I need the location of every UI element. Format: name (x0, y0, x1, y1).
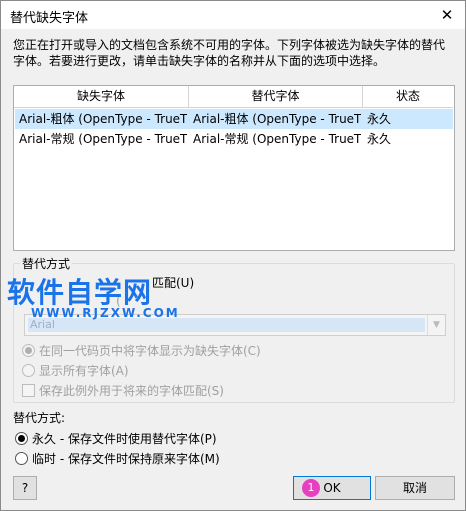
ok-button[interactable]: 1 OK (293, 476, 371, 500)
radio-icon (15, 452, 28, 465)
keep-exceptions-label: 保存此例外用于将来的字体匹配(S) (39, 384, 224, 398)
chevron-down-icon[interactable]: ▼ (427, 315, 445, 335)
checkbox-icon (22, 384, 35, 397)
title-bar: 替代缺失字体 ✕ (1, 1, 465, 29)
dialog-description: 您正在打开或导入的文档包含系统不可用的字体。下列字体被选为缺失字体的替代字体。若… (13, 38, 446, 68)
substitute-font-cell: Arial-常规 (OpenType - TrueT... (193, 132, 361, 146)
close-button[interactable]: ✕ (435, 4, 459, 26)
permanent-label: 永久 - 保存文件时使用替代字体(P) (32, 432, 217, 446)
column-header-status[interactable]: 状态 (363, 86, 453, 108)
combo-value: Arial (28, 318, 425, 332)
same-codepage-label: 在同一代码页中将字体显示为缺失字体(C) (39, 344, 261, 358)
cancel-button[interactable]: 取消 (375, 476, 455, 500)
mode-label: 替代方式: (13, 411, 66, 425)
radio-icon (22, 344, 35, 357)
help-button[interactable]: ? (13, 476, 37, 500)
substitute-font-cell: Arial-粗体 (OpenType - TrueT... (193, 112, 361, 126)
status-cell: 永久 (367, 112, 392, 126)
font-substitution-dialog: 替代缺失字体 ✕ 您正在打开或导入的文档包含系统不可用的字体。下列字体被选为缺失… (0, 0, 466, 511)
table-header: 缺失字体 替代字体 状态 (14, 86, 454, 108)
column-header-missing-font[interactable]: 缺失字体 (14, 86, 189, 108)
watermark-url: WWW.RJZXW.COM (31, 306, 180, 320)
missing-font-cell: Arial-粗体 (OpenType - TrueT... (19, 112, 187, 126)
table-row[interactable]: Arial-粗体 (OpenType - TrueT... Arial-粗体 (… (15, 109, 453, 129)
watermark-logo: 软件自学网 (7, 276, 153, 309)
same-codepage-radio[interactable]: 在同一代码页中将字体显示为缺失字体(C) (22, 342, 261, 359)
radio-icon (15, 432, 28, 445)
status-cell: 永久 (367, 132, 392, 146)
radio-icon (22, 364, 35, 377)
table-row[interactable]: Arial-常规 (OpenType - TrueT... Arial-常规 (… (15, 129, 453, 149)
step-badge: 1 (302, 479, 320, 497)
missing-font-cell: Arial-常规 (OpenType - TrueT... (19, 132, 187, 146)
show-all-fonts-label: 显示所有字体(A) (39, 364, 129, 378)
temporary-radio[interactable]: 临时 - 保存文件时保持原来字体(M) (15, 450, 220, 467)
ok-label: OK (323, 481, 341, 495)
match-option-label[interactable]: 匹配(U) (152, 274, 194, 291)
temporary-label: 临时 - 保存文件时保持原来字体(M) (32, 452, 220, 466)
permanent-radio[interactable]: 永久 - 保存文件时使用替代字体(P) (15, 430, 217, 447)
font-table: 缺失字体 替代字体 状态 Arial-粗体 (OpenType - TrueT.… (13, 85, 455, 251)
keep-exceptions-checkbox[interactable]: 保存此例外用于将来的字体匹配(S) (22, 382, 224, 399)
dialog-title: 替代缺失字体 (10, 11, 89, 26)
column-header-substitute-font[interactable]: 替代字体 (189, 86, 363, 108)
group-legend: 替代方式 (20, 255, 73, 272)
show-all-fonts-radio[interactable]: 显示所有字体(A) (22, 362, 129, 379)
